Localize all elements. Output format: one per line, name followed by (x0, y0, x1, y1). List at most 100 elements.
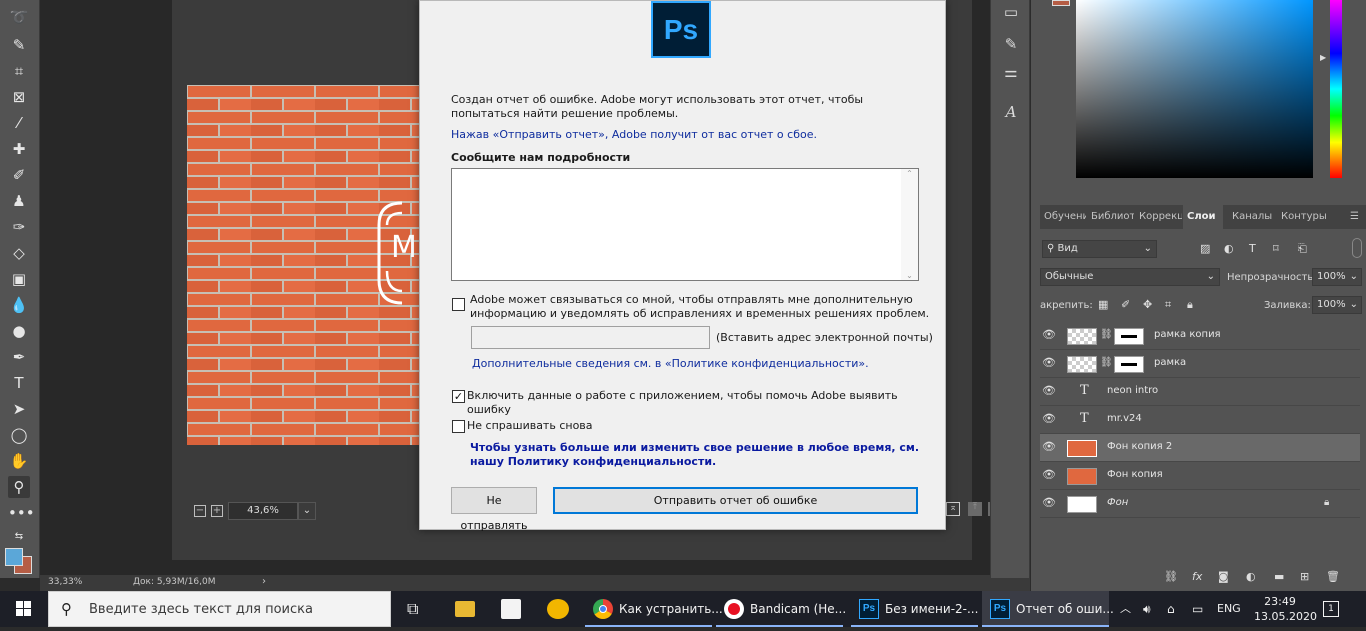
type-icon[interactable]: T (8, 372, 30, 394)
layer-row[interactable]: 👁︎ T mr.v24 (1040, 406, 1360, 434)
lock-pixels-icon[interactable]: ✐ (1121, 298, 1130, 311)
color-swatch-preview[interactable] (1052, 0, 1070, 6)
filter-toggle[interactable] (1352, 238, 1362, 258)
dodge-icon[interactable]: ● (8, 320, 30, 342)
more-tools-icon[interactable]: ••• (8, 502, 35, 524)
clock[interactable]: 23:49 13.05.2020 (1254, 594, 1317, 624)
visibility-eye-icon[interactable]: 👁︎ (1042, 440, 1056, 453)
visibility-eye-icon[interactable]: 👁︎ (1042, 468, 1056, 481)
tab-channels[interactable]: Каналы (1228, 205, 1272, 229)
layer-filter-select[interactable]: ⚲ Вид ⌄ (1042, 240, 1157, 258)
layer-row[interactable]: 👁︎ Фон копия (1040, 462, 1360, 490)
ellipse-icon[interactable]: ◯ (8, 424, 30, 446)
zoom-dropdown-icon[interactable]: ⌄ (298, 502, 316, 520)
link-chain-icon[interactable]: ⛓︎ (1100, 357, 1113, 368)
layer-row[interactable]: 👁︎ ⛓︎ рамка копия (1040, 322, 1360, 350)
link-layers-icon[interactable]: ⛓︎ (1164, 570, 1178, 583)
fill-field[interactable]: 100% ⌄ (1312, 296, 1362, 314)
eraser-icon[interactable]: ◇ (8, 242, 30, 264)
lasso-icon[interactable]: ➰ (8, 6, 30, 28)
email-input[interactable] (471, 326, 710, 349)
lock-position-icon[interactable]: ✥ (1143, 298, 1152, 311)
gradient-icon[interactable]: ▣ (8, 268, 30, 290)
frame-icon[interactable]: ⊠ (8, 86, 30, 108)
zoom-in-button[interactable]: + (211, 505, 223, 517)
layer-mask-thumbnail[interactable] (1114, 356, 1144, 373)
tab-paths[interactable]: Контуры (1277, 205, 1327, 229)
layer-row[interactable]: 👁︎ ⛓︎ рамка (1040, 350, 1360, 378)
dont-ask-checkbox[interactable] (452, 420, 465, 433)
lock-all-icon[interactable]: 🔒︎ (1187, 298, 1193, 312)
start-button[interactable] (0, 591, 48, 627)
color-field[interactable] (1076, 0, 1313, 178)
dont-send-button[interactable]: Не отправлять (451, 487, 537, 532)
send-report-button[interactable]: Отправить отчет об ошибке (553, 487, 918, 514)
align-top-icon[interactable]: ⤒ (968, 502, 982, 516)
taskbar-app-crash-report[interactable]: Ps Отчет об оши... (982, 591, 1114, 627)
store-icon[interactable] (501, 599, 521, 619)
contact-checkbox[interactable] (452, 298, 465, 311)
visibility-eye-icon[interactable]: 👁︎ (1042, 412, 1056, 425)
filter-shape-icon[interactable]: ⌑ (1273, 242, 1279, 255)
tray-chevron-icon[interactable]: ︿ (1120, 591, 1131, 627)
filter-adjust-icon[interactable]: ◐ (1224, 242, 1234, 255)
scroll-down-icon[interactable]: ⌄ (901, 271, 918, 280)
notifications-icon[interactable]: 1 (1323, 601, 1339, 617)
status-chevron-icon[interactable]: › (262, 576, 266, 587)
network-icon[interactable]: ⌂ (1167, 591, 1175, 627)
policy-note[interactable]: Чтобы узнать больше или изменить свое ре… (470, 441, 930, 469)
new-adjustment-icon[interactable]: ◐ (1246, 570, 1256, 583)
scroll-up-icon[interactable]: ⌃ (901, 169, 918, 178)
eyedropper-icon[interactable]: ⁄ (8, 112, 30, 134)
visibility-eye-icon[interactable]: 👁︎ (1042, 356, 1056, 369)
tab-libraries[interactable]: Библиот (1087, 205, 1134, 229)
visibility-eye-icon[interactable]: 👁︎ (1042, 328, 1056, 341)
layer-row-selected[interactable]: 👁︎ Фон копия 2 (1040, 434, 1360, 462)
filter-smart-icon[interactable]: ⎗ (1298, 242, 1307, 256)
layer-mask-thumbnail[interactable] (1114, 328, 1144, 345)
taskbar-app-photoshop[interactable]: Ps Без имени-2-... (851, 591, 978, 627)
character-icon[interactable]: A (999, 100, 1023, 124)
history-brush-icon[interactable]: ✑ (8, 216, 30, 238)
include-data-checkbox[interactable]: ✓ (452, 390, 465, 403)
opacity-field[interactable]: 100% ⌄ (1312, 268, 1362, 286)
taskbar-app-chrome[interactable]: Как устранить... (585, 591, 723, 627)
hue-slider[interactable] (1330, 0, 1342, 178)
details-scrollbar[interactable]: ⌃ ⌄ (901, 169, 918, 280)
details-textarea[interactable]: ⌃ ⌄ (451, 168, 919, 281)
path-select-icon[interactable]: ➤ (8, 398, 30, 420)
healing-icon[interactable]: ✚ (8, 138, 30, 160)
swap-colors-icon[interactable]: ⇆ (8, 526, 30, 548)
visibility-eye-icon[interactable]: 👁︎ (1042, 384, 1056, 397)
stamp-icon[interactable]: ♟ (8, 190, 30, 212)
language-indicator[interactable]: ENG (1217, 591, 1241, 627)
tab-layers[interactable]: Слои (1183, 205, 1223, 229)
zoom-field[interactable]: 43,6% (228, 502, 298, 520)
new-layer-icon[interactable]: ⊞ (1300, 570, 1309, 583)
brush-settings-icon[interactable]: ✎ (999, 32, 1023, 56)
delete-layer-icon[interactable]: 🗑︎ (1326, 570, 1340, 583)
lock-transparency-icon[interactable]: ▦ (1098, 298, 1108, 311)
battery-icon[interactable]: ▭ (1192, 591, 1203, 627)
pen-icon[interactable]: ✒ (8, 346, 30, 368)
blur-icon[interactable]: 💧 (8, 294, 30, 316)
lock-artboard-icon[interactable]: ⌗ (1165, 298, 1171, 312)
privacy-link[interactable]: Дополнительные сведения см. в «Политике … (472, 357, 869, 371)
canvas-image[interactable]: M (187, 85, 419, 445)
fx-icon[interactable]: fx (1192, 570, 1202, 583)
history-icon[interactable]: ▭ (999, 0, 1023, 24)
taskbar-app-bandicam[interactable]: Bandicam (Не... (716, 591, 846, 627)
visibility-eye-icon[interactable]: 👁︎ (1042, 496, 1056, 509)
blend-mode-select[interactable]: Обычные ⌄ (1040, 268, 1220, 286)
tab-learn[interactable]: Обучени (1040, 205, 1086, 229)
layer-row[interactable]: 👁︎ Фон 🔒︎ (1040, 490, 1360, 518)
task-view-icon[interactable]: ⧉ (407, 591, 418, 627)
adjustments-icon[interactable]: ⚌ (999, 60, 1023, 84)
volume-icon[interactable]: 🔊︎ (1143, 591, 1151, 627)
filter-pixel-icon[interactable]: ▨ (1200, 242, 1210, 255)
zoom-icon[interactable]: ⚲ (8, 476, 30, 498)
layer-row[interactable]: 👁︎ T neon intro (1040, 378, 1360, 406)
add-mask-icon[interactable]: ◙ (1218, 570, 1229, 583)
crop-icon[interactable]: ⌗ (8, 60, 30, 82)
tab-adjustments[interactable]: Коррекц (1135, 205, 1182, 229)
